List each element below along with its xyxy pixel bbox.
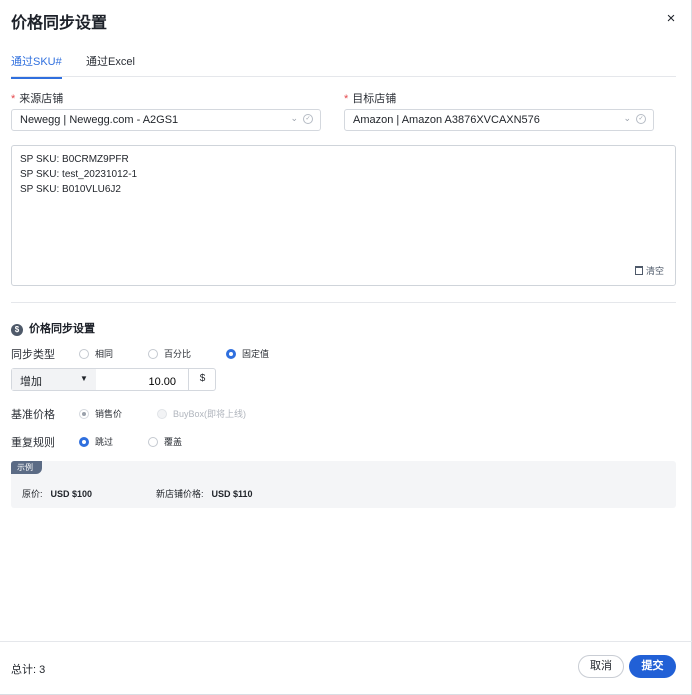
target-store-label: * 目标店铺 (344, 90, 396, 106)
example-new: 新店铺价格: USD $110 (156, 487, 253, 500)
adjust-direction-value: 增加 (20, 376, 42, 388)
example-original-value: USD $100 (50, 489, 93, 499)
radio-same[interactable]: 相同 (79, 347, 113, 360)
example-tag: 示例 (11, 461, 42, 474)
cancel-button[interactable]: 取消 (578, 655, 624, 678)
caret-down-icon: ▼ (80, 374, 88, 383)
radio-sale-price[interactable]: 销售价 (79, 407, 122, 420)
check-circle-icon: ✓ (303, 114, 313, 124)
radio-fixed[interactable]: 固定值 (226, 347, 269, 360)
base-price-label: 基准价格 (11, 409, 55, 421)
radio-label: 相同 (95, 349, 114, 359)
radio-dot (157, 409, 167, 419)
example-original: 原价: USD $100 (22, 487, 92, 500)
radio-dot (79, 349, 89, 359)
sku-textarea[interactable]: SP SKU: B0CRMZ9PFR SP SKU: test_20231012… (11, 145, 676, 286)
radio-overwrite[interactable]: 覆盖 (148, 435, 182, 448)
sku-line: SP SKU: B010VLU6J2 (20, 184, 121, 195)
chevron-down-icon: ⌄ (623, 113, 631, 123)
radio-label: 销售价 (95, 409, 123, 419)
sku-line: SP SKU: test_20231012-1 (20, 169, 138, 180)
adjust-amount-input[interactable] (96, 369, 188, 390)
close-icon[interactable]: × (663, 11, 679, 28)
required-marker: * (344, 93, 349, 105)
dollar-icon: $ (11, 324, 23, 336)
clear-button[interactable]: 清空 (635, 264, 664, 277)
radio-label: 跳过 (95, 437, 114, 447)
radio-dot (148, 437, 158, 447)
target-store-value: Amazon | Amazon A3876XVCAXN576 (353, 114, 540, 126)
sync-type-label: 同步类型 (11, 349, 55, 361)
adjust-group: 增加 ▼ $ (11, 368, 216, 391)
footer-divider (0, 641, 692, 642)
trash-icon (635, 266, 643, 275)
price-sync-title-text: 价格同步设置 (29, 323, 95, 335)
sku-line: SP SKU: B0CRMZ9PFR (20, 154, 129, 165)
radio-dot (226, 349, 236, 359)
example-box: 示例 原价: USD $100 新店铺价格: USD $110 (11, 461, 676, 508)
total-count: 总计: 3 (11, 664, 46, 676)
tab-bar: 通过SKU# 通过Excel (11, 48, 676, 79)
required-marker: * (11, 93, 16, 105)
radio-label: 固定值 (242, 349, 270, 359)
tab-sku[interactable]: 通过SKU# (11, 53, 62, 79)
tab-excel[interactable]: 通过Excel (86, 53, 135, 77)
source-store-value: Newegg | Newegg.com - A2GS1 (20, 114, 179, 126)
radio-buybox: BuyBox(即将上线) (157, 407, 246, 420)
section-divider (11, 302, 676, 303)
target-store-label-text: 目标店铺 (352, 93, 397, 105)
example-original-label: 原价: (22, 489, 43, 499)
radio-label: 覆盖 (164, 437, 183, 447)
submit-button[interactable]: 提交 (629, 655, 676, 678)
adjust-direction-select[interactable]: 增加 ▼ (12, 369, 96, 390)
check-circle-icon: ✓ (636, 114, 646, 124)
chevron-down-icon: ⌄ (290, 113, 298, 123)
price-sync-dialog: 价格同步设置 × 通过SKU# 通过Excel * 来源店铺 Newegg | N… (0, 0, 692, 695)
source-store-select[interactable]: Newegg | Newegg.com - A2GS1 ⌄ ✓ (11, 109, 321, 131)
radio-dot (79, 409, 89, 419)
target-store-select[interactable]: Amazon | Amazon A3876XVCAXN576 ⌄ ✓ (344, 109, 654, 131)
radio-dot (148, 349, 158, 359)
currency-unit: $ (188, 369, 216, 390)
source-store-label-text: 来源店铺 (19, 93, 64, 105)
radio-dot (79, 437, 89, 447)
price-sync-section-title: $ 价格同步设置 (11, 320, 95, 336)
radio-percent[interactable]: 百分比 (148, 347, 191, 360)
clear-label: 清空 (646, 266, 665, 276)
radio-skip[interactable]: 跳过 (79, 435, 113, 448)
source-store-label: * 来源店铺 (11, 90, 63, 106)
radio-label: BuyBox(即将上线) (173, 409, 247, 419)
radio-label: 百分比 (164, 349, 192, 359)
example-new-value: USD $110 (211, 489, 253, 499)
dialog-title: 价格同步设置 (11, 15, 108, 32)
example-new-label: 新店铺价格: (156, 489, 204, 499)
duplicate-rule-label: 重复规则 (11, 437, 55, 449)
